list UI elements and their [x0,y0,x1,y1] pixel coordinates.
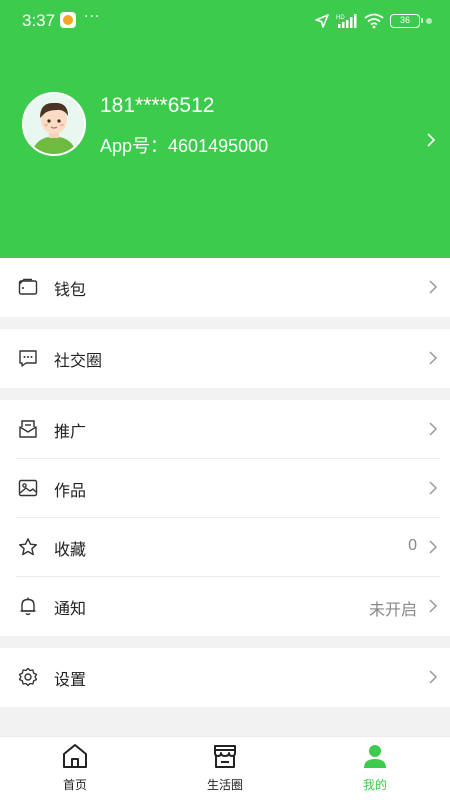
bell-icon [20,597,36,616]
menu-label: 社交圈 [54,351,103,370]
person-icon [364,745,386,768]
tab-mine[interactable]: 我的 [300,737,450,800]
gear-icon [18,667,38,687]
bottom-tab-bar: 首页 生活圈 我的 [0,736,450,800]
svg-text:HD: HD [336,15,345,21]
profile-phone: 181****6512 [100,94,215,117]
menu-item-works[interactable]: 作品 [0,459,450,518]
chat-bubble-icon [19,350,37,367]
status-icons: HD 36 [314,10,432,32]
menu-label: 收藏 [54,540,87,559]
tab-label: 生活圈 [206,778,243,792]
tab-life[interactable]: 生活圈 [150,737,300,800]
tab-label: 首页 [62,778,87,792]
status-bar: 3:37 ··· HD 36 [0,0,450,42]
star-icon [19,538,37,556]
favorites-count: 0 [408,537,417,554]
avatar[interactable] [22,92,86,156]
wallet-card: 钱包 [0,258,450,317]
chevron-right-icon [429,351,438,365]
chevron-right-icon [429,599,438,613]
chevron-right-icon [429,670,438,684]
menu-item-social[interactable]: 社交圈 [0,329,450,388]
app-id-value: 4601495000 [168,136,269,156]
menu-item-notice[interactable]: 通知 未开启 [0,577,450,636]
profile-card[interactable]: 181****6512 App号：4601495000 [0,88,450,200]
tab-label: 我的 [362,778,387,792]
signal-icon: HD [336,14,357,28]
chevron-right-icon [429,481,438,495]
wifi-icon [364,13,384,29]
main-menu-card: 推广 作品 收藏 0 通知 未开启 [0,400,450,636]
app-id-label: App号： [100,136,169,156]
chevron-right-icon [427,133,436,147]
social-card: 社交圈 [0,329,450,388]
app-notification-icon [60,12,76,28]
menu-label: 通知 [54,599,87,618]
wallet-icon [18,278,38,295]
status-dot [426,18,432,24]
chevron-right-icon [429,422,438,436]
status-more: ··· [84,9,101,25]
tab-home[interactable]: 首页 [0,737,150,800]
menu-item-settings[interactable]: 设置 [0,648,450,707]
mail-icon [19,420,37,438]
image-icon [18,479,38,497]
settings-card: 设置 [0,648,450,707]
profile-header: 3:37 ··· HD 36 181****6512 App号：46014950… [0,0,450,258]
menu-label: 钱包 [54,280,87,299]
menu-label: 设置 [54,670,87,689]
menu-item-wallet[interactable]: 钱包 [0,258,450,317]
chevron-right-icon [429,540,438,554]
home-icon [63,744,87,768]
menu-label: 作品 [54,481,87,500]
location-arrow-icon [315,14,329,28]
menu-item-favorites[interactable]: 收藏 0 [0,518,450,577]
avatar-illustration [24,94,84,154]
notice-status: 未开启 [368,602,417,619]
store-icon [214,745,236,768]
menu-item-promote[interactable]: 推广 [0,400,450,459]
status-time: 3:37 [22,11,56,30]
battery-indicator: 36 [390,14,423,28]
menu-label: 推广 [54,422,87,441]
chevron-right-icon [429,280,438,294]
profile-app-id: App号：4601495000 [100,132,268,158]
